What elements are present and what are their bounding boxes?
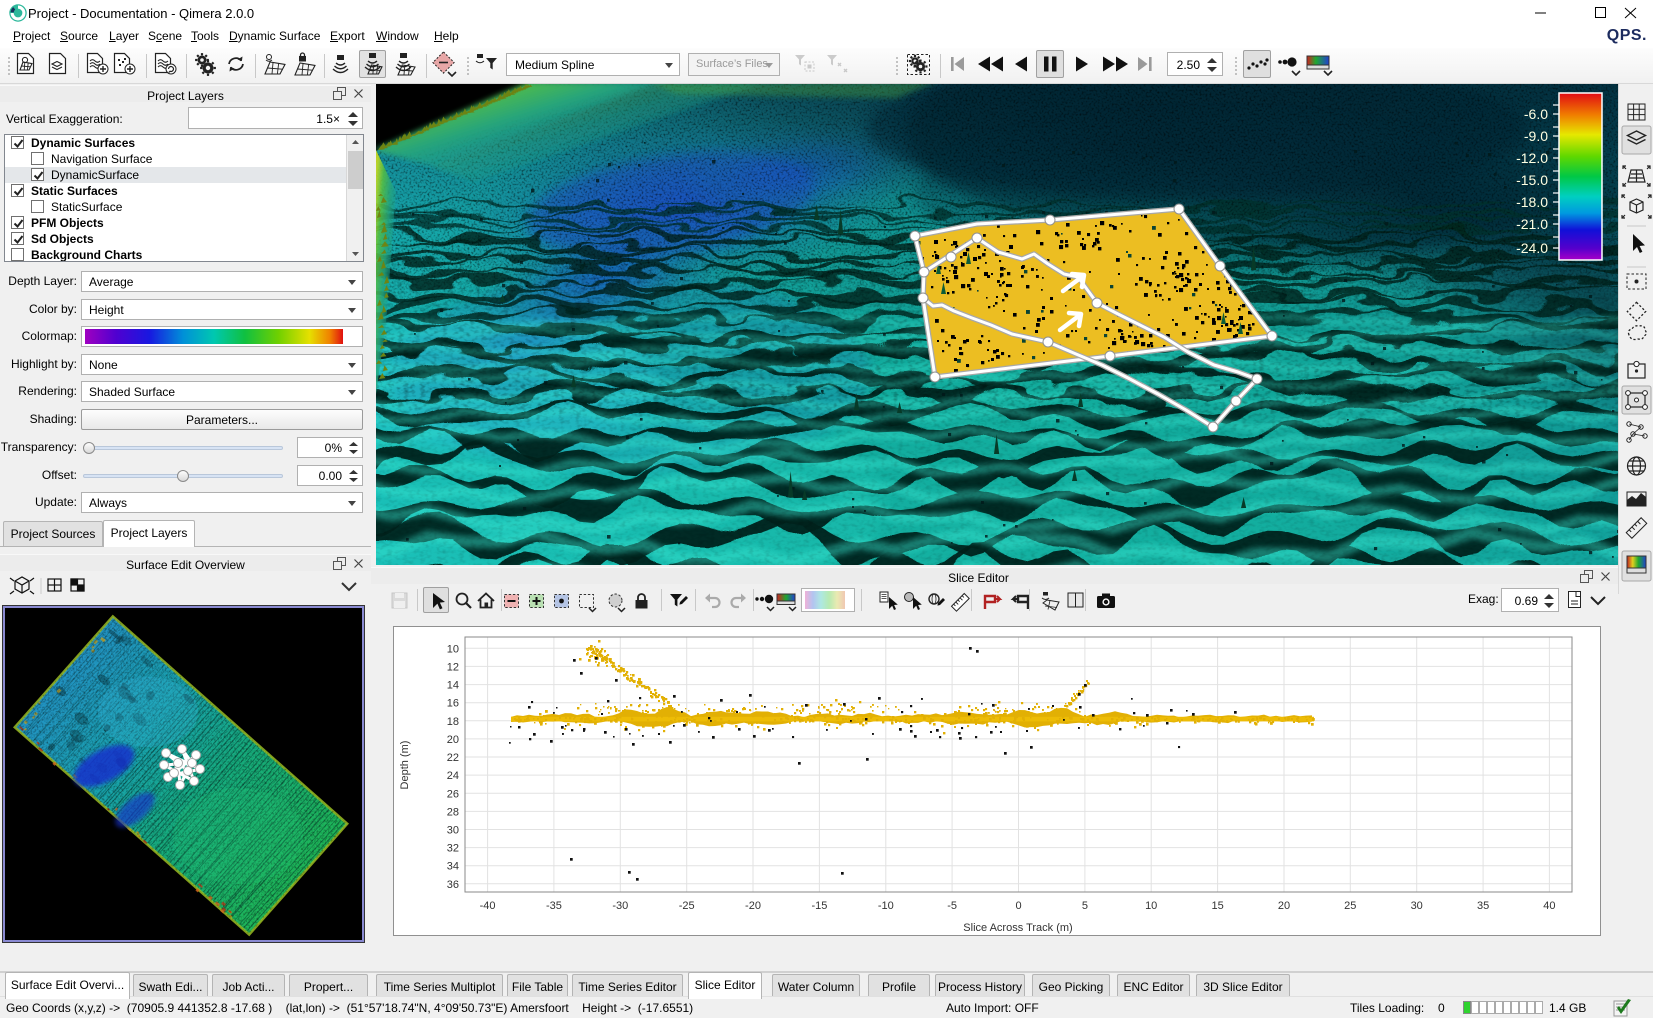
svg-text:18: 18 — [447, 716, 459, 728]
svg-text:22: 22 — [447, 752, 459, 764]
svg-text:28: 28 — [447, 806, 459, 818]
svg-text:34: 34 — [447, 861, 459, 873]
svg-text:20: 20 — [1278, 900, 1290, 912]
svg-text:40: 40 — [1543, 900, 1555, 912]
svg-text:14: 14 — [447, 680, 459, 692]
svg-text:5: 5 — [1082, 900, 1088, 912]
svg-text:32: 32 — [447, 843, 459, 855]
svg-text:-18.0: -18.0 — [1516, 194, 1548, 210]
svg-text:26: 26 — [447, 788, 459, 800]
svg-text:10: 10 — [447, 643, 459, 655]
svg-text:25: 25 — [1344, 900, 1356, 912]
svg-text:-15.0: -15.0 — [1516, 172, 1548, 188]
svg-text:Slice Across Track (m): Slice Across Track (m) — [963, 922, 1072, 934]
svg-text:-15: -15 — [811, 900, 827, 912]
svg-text:-21.0: -21.0 — [1516, 216, 1548, 232]
svg-text:Depth (m): Depth (m) — [399, 741, 411, 790]
svg-text:-5: -5 — [947, 900, 957, 912]
svg-text:12: 12 — [447, 661, 459, 673]
svg-text:15: 15 — [1211, 900, 1223, 912]
svg-text:-30: -30 — [612, 900, 628, 912]
svg-text:30: 30 — [1411, 900, 1423, 912]
svg-text:0: 0 — [1015, 900, 1021, 912]
svg-text:20: 20 — [447, 734, 459, 746]
svg-text:-6.0: -6.0 — [1524, 106, 1548, 122]
svg-text:-35: -35 — [546, 900, 562, 912]
svg-text:10: 10 — [1145, 900, 1157, 912]
svg-text:-20: -20 — [745, 900, 761, 912]
svg-text:-9.0: -9.0 — [1524, 128, 1548, 144]
svg-text:-24.0: -24.0 — [1516, 240, 1548, 256]
svg-text:-10: -10 — [878, 900, 894, 912]
svg-text:-12.0: -12.0 — [1516, 150, 1548, 166]
svg-text:36: 36 — [447, 879, 459, 891]
svg-text:16: 16 — [447, 698, 459, 710]
svg-text:-25: -25 — [679, 900, 695, 912]
svg-text:35: 35 — [1477, 900, 1489, 912]
svg-text:-40: -40 — [480, 900, 496, 912]
svg-text:24: 24 — [447, 770, 459, 782]
svg-text:30: 30 — [447, 825, 459, 837]
